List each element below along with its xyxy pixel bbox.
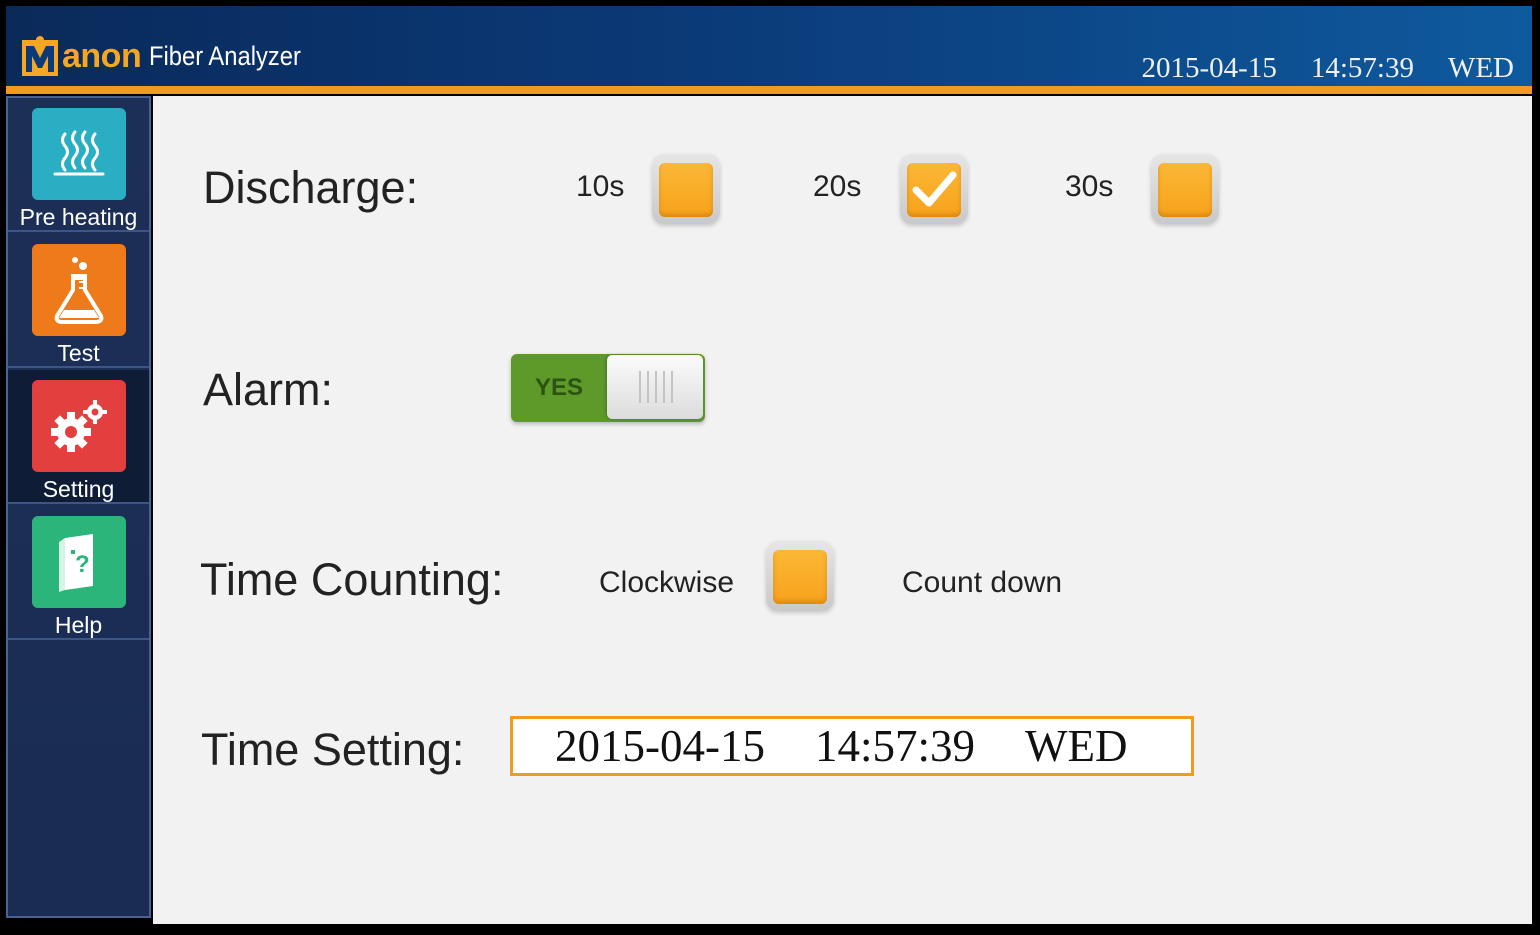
title-bar: anon Fiber Analyzer 2015-04-15 14:57:39 … xyxy=(6,6,1532,88)
discharge-20s-checkbox[interactable] xyxy=(900,154,968,224)
alarm-toggle[interactable]: YES xyxy=(511,354,705,422)
checkbox-fill xyxy=(1158,163,1212,217)
checkmark-icon xyxy=(912,171,957,207)
discharge-20s-label: 20s xyxy=(813,170,862,203)
time-setting-time[interactable]: 14:57:39 xyxy=(815,720,975,772)
header-time: 14:57:39 xyxy=(1310,52,1414,84)
sidebar-item-label: Help xyxy=(54,612,103,638)
sidebar-item-setting[interactable]: Setting xyxy=(8,370,149,504)
discharge-30s-checkbox[interactable] xyxy=(1151,154,1219,224)
sidebar-item-label: Test xyxy=(57,340,100,366)
gears-icon xyxy=(32,380,126,472)
alarm-toggle-text: YES xyxy=(534,374,584,401)
count-down-label[interactable]: Count down xyxy=(902,566,1062,600)
checkbox-fill xyxy=(773,550,827,604)
time-setting-field[interactable]: 2015-04-15 14:57:39 WED xyxy=(510,716,1194,776)
brand: anon Fiber Analyzer xyxy=(20,28,322,78)
help-book-icon: ? xyxy=(32,516,126,608)
svg-text:?: ? xyxy=(75,551,90,578)
discharge-30s-label: 30s xyxy=(1065,170,1114,203)
clockwise-checkbox[interactable] xyxy=(766,541,834,611)
header-clock: 2015-04-15 14:57:39 WED xyxy=(1142,52,1514,85)
header-date: 2015-04-15 xyxy=(1141,52,1277,84)
clockwise-label: Clockwise xyxy=(599,566,735,599)
header-weekday: WED xyxy=(1447,52,1514,84)
logo-icon xyxy=(20,34,60,78)
sidebar-item-help[interactable]: ? Help xyxy=(8,506,149,640)
toggle-knob[interactable] xyxy=(607,355,703,419)
app-title: Fiber Analyzer xyxy=(149,41,302,71)
checkbox-fill xyxy=(659,163,713,217)
time-setting-date[interactable]: 2015-04-15 xyxy=(555,720,765,772)
alarm-label: Alarm: xyxy=(203,364,334,415)
header-divider xyxy=(6,86,1532,94)
discharge-10s-label: 10s xyxy=(576,170,625,203)
sidebar-item-label: Pre heating xyxy=(19,204,138,230)
sidebar-item-pre-heating[interactable]: Pre heating xyxy=(8,98,149,232)
flask-icon xyxy=(32,244,126,336)
sidebar-item-test[interactable]: Test xyxy=(8,234,149,368)
time-setting-weekday[interactable]: WED xyxy=(1025,720,1127,772)
sidebar-item-label: Setting xyxy=(42,476,115,502)
checkbox-fill xyxy=(907,163,961,217)
sidebar: Pre heating Test Setting ? Help xyxy=(6,96,151,918)
time-setting-label: Time Setting: xyxy=(201,724,465,775)
discharge-label: Discharge: xyxy=(203,162,419,213)
settings-panel: Discharge: 10s 20s 30s Alarm: YES Time C… xyxy=(153,96,1532,924)
discharge-10s-checkbox[interactable] xyxy=(652,154,720,224)
time-counting-label: Time Counting: xyxy=(200,554,504,605)
logo-wordmark: anon xyxy=(62,37,142,75)
heater-icon xyxy=(32,108,126,200)
